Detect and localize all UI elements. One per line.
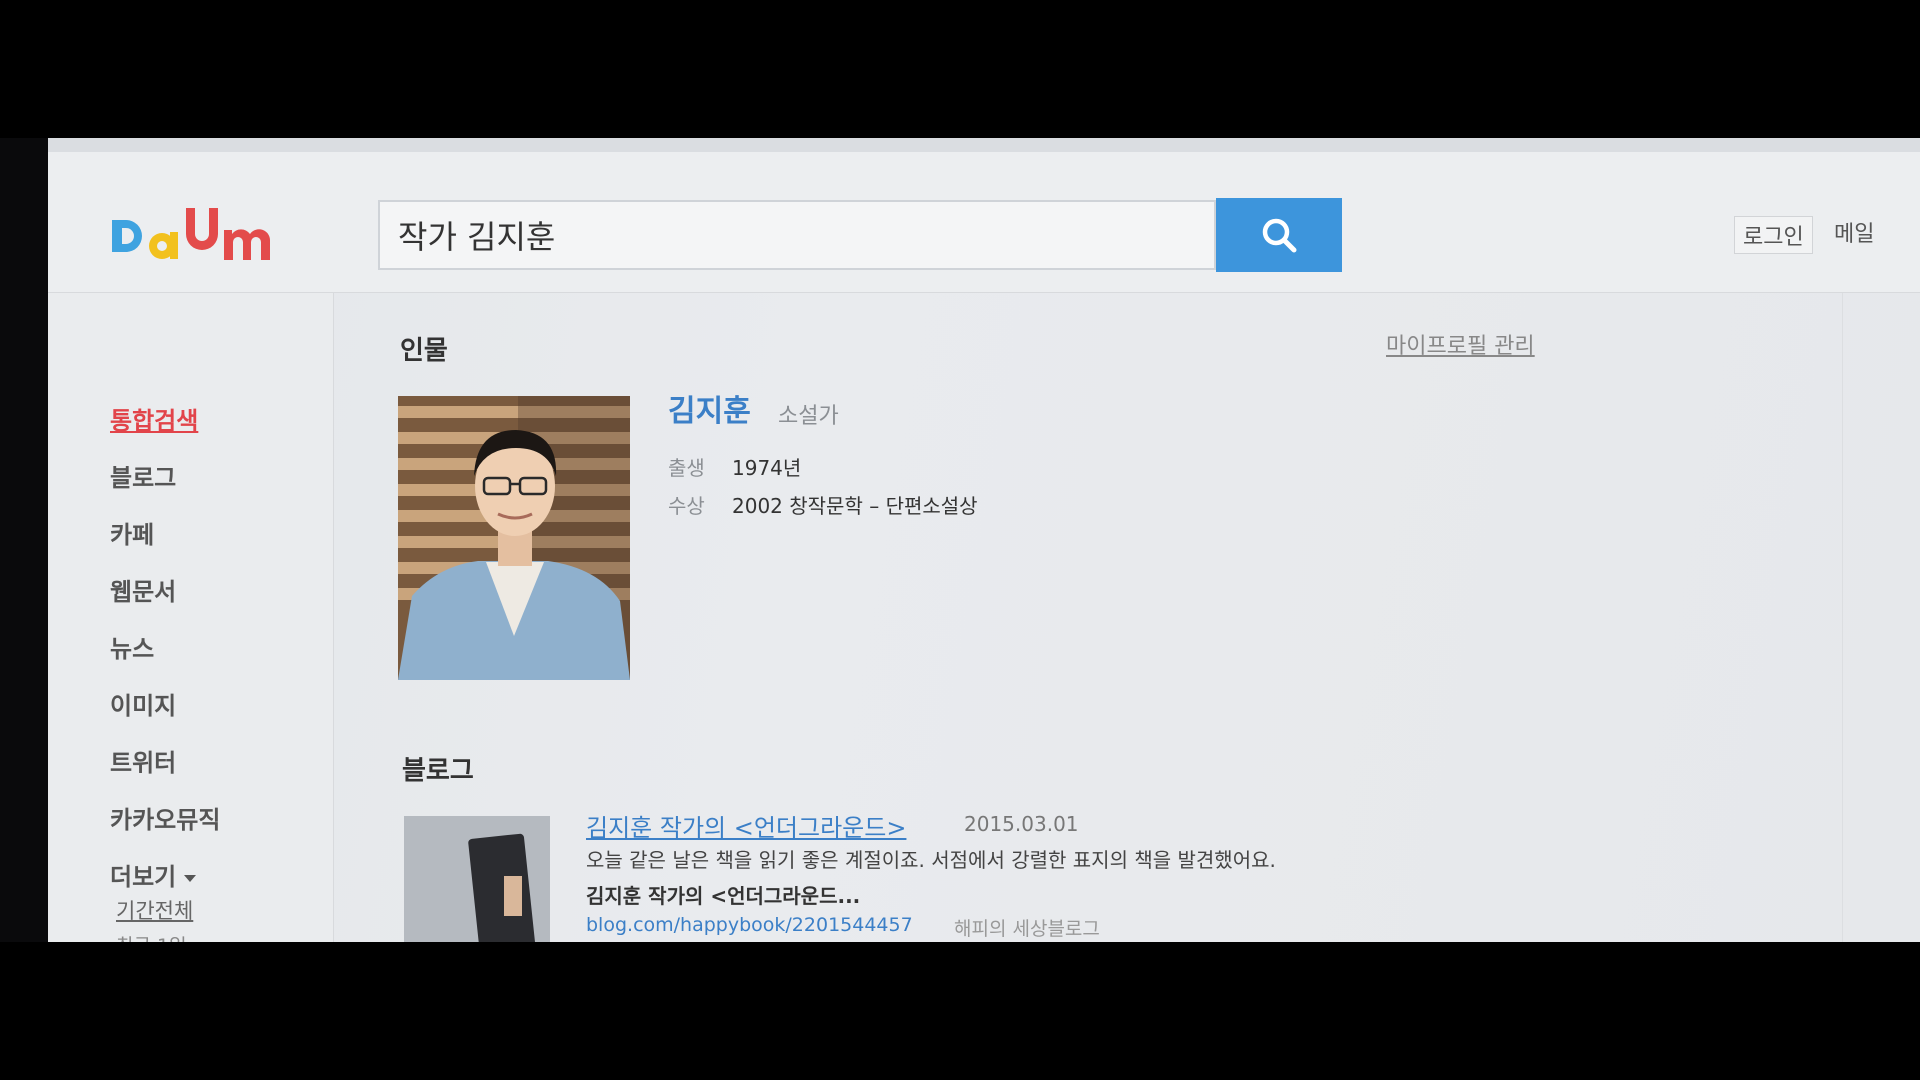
blog-post-snippet: 오늘 같은 날은 책을 읽기 좋은 계절이죠. 서점에서 강렬한 표지의 책을 … (586, 848, 1276, 872)
person-photo[interactable] (398, 396, 630, 680)
birth-value: 1974년 (732, 456, 802, 480)
browser-tab-strip (48, 138, 1920, 153)
search-button[interactable] (1216, 198, 1342, 272)
blog-thumbnail[interactable] (404, 816, 550, 942)
blog-source-name[interactable]: 해피의 세상블로그 (954, 914, 1100, 941)
sidebar-item-web-documents[interactable]: 웹문서 (110, 572, 176, 607)
sidebar-item-kakao-music[interactable]: 카카오뮤직 (110, 800, 220, 835)
sidebar-item-blog[interactable]: 블로그 (110, 458, 176, 493)
search-icon (1262, 218, 1297, 253)
search-input[interactable] (380, 202, 1214, 268)
sidebar-item-images[interactable]: 이미지 (110, 686, 176, 721)
sidebar-item-more[interactable]: 더보기 (110, 857, 197, 892)
recent-filter[interactable]: 최근 1일 (116, 931, 187, 942)
sidebar-item-cafe[interactable]: 카페 (110, 515, 154, 550)
blog-post-title-link[interactable]: 김지훈 작가의 <언더그라운드> (586, 808, 906, 843)
more-label: 더보기 (110, 863, 177, 891)
blog-post-snippet-line2: 김지훈 작가의 <언더그라운드... (586, 884, 861, 908)
my-profile-manage-link[interactable]: 마이프로필 관리 (1386, 328, 1535, 360)
search-category-sidebar: 통합검색 블로그 카페 웹문서 뉴스 이미지 트위터 카카오뮤직 더보기 기간전… (48, 293, 334, 942)
blog-post-url-link[interactable]: blog.com/happybook/2201544457 (586, 914, 913, 936)
browser-screen: 로그인 메일 통합검색 블로그 카페 웹문서 뉴스 이미지 트위터 카카오뮤직 … (48, 138, 1920, 942)
birth-label: 출생 (668, 456, 705, 480)
person-portrait (398, 396, 630, 680)
period-filter[interactable]: 기간전체 (116, 895, 193, 925)
search-box (378, 200, 1216, 270)
award-label: 수상 (668, 494, 705, 518)
person-occupation: 소설가 (778, 404, 839, 429)
person-section-title: 인물 (400, 336, 448, 366)
search-header: 로그인 메일 (48, 152, 1920, 293)
daum-logo[interactable] (106, 200, 276, 270)
right-divider (1842, 293, 1843, 942)
letterbox-top (0, 0, 1920, 138)
book-thumbnail-image (404, 816, 550, 942)
mail-link[interactable]: 메일 (1834, 216, 1874, 248)
monitor-bezel (0, 138, 48, 942)
letterbox-bottom (0, 942, 1920, 1080)
blog-section-title: 블로그 (402, 756, 474, 786)
award-value: 2002 창작문학 – 단편소설상 (732, 494, 978, 518)
login-link[interactable]: 로그인 (1734, 216, 1813, 254)
blog-post-date: 2015.03.01 (964, 812, 1079, 836)
sidebar-item-integrated-search[interactable]: 통합검색 (110, 401, 198, 436)
sidebar-item-twitter[interactable]: 트위터 (110, 743, 176, 778)
caret-down-icon (184, 874, 197, 882)
sidebar-item-news[interactable]: 뉴스 (110, 629, 154, 664)
person-name-link[interactable]: 김지훈 (668, 386, 751, 430)
